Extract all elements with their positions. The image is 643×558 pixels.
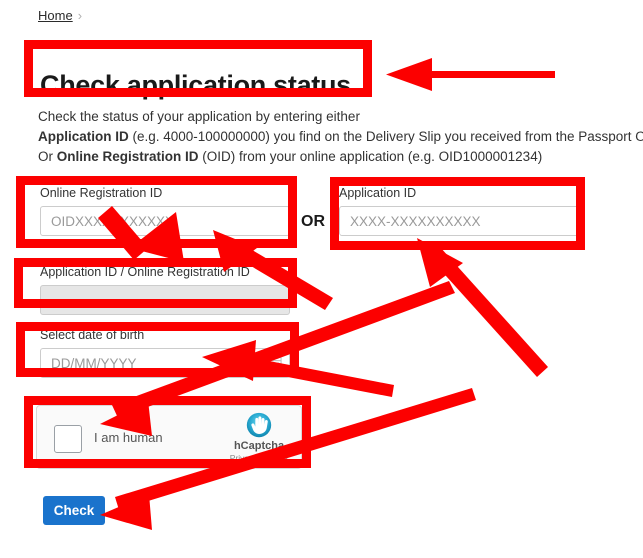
page-title: Check application status [40, 70, 351, 101]
captcha-brand: hCaptcha Privacy - Terms [226, 412, 292, 464]
combined-id-input[interactable] [40, 285, 290, 315]
combined-id-field: Application ID / Online Registration ID [40, 265, 290, 315]
combined-id-label: Application ID / Online Registration ID [40, 265, 250, 279]
online-registration-id-term: Online Registration ID [56, 149, 199, 164]
captcha-widget[interactable]: I am human hCaptcha Privacy - Terms [36, 405, 302, 469]
description-block: Check the status of your application by … [38, 107, 643, 167]
or-separator-label: OR [301, 213, 325, 230]
calendar-icon[interactable] [267, 355, 282, 370]
breadcrumb-home-link[interactable]: Home [38, 8, 73, 23]
description-line-3-pre: Or [38, 149, 57, 164]
date-of-birth-label: Select date of birth [40, 328, 145, 342]
captcha-checkbox-label: I am human [94, 430, 163, 445]
captcha-terms-text[interactable]: Privacy - Terms [226, 453, 292, 464]
check-button[interactable]: Check [43, 496, 105, 525]
online-registration-id-input[interactable] [40, 206, 290, 236]
description-line-3-rest: (OID) from your online application (e.g.… [198, 149, 543, 164]
online-registration-id-label: Online Registration ID [40, 186, 163, 200]
breadcrumb: Home › [38, 8, 82, 24]
description-line-2: Application ID (e.g. 4000-100000000) you… [38, 127, 643, 147]
description-line-1: Check the status of your application by … [38, 109, 360, 124]
captcha-checkbox[interactable] [54, 425, 82, 453]
description-line-2-rest: (e.g. 4000-100000000) you find on the De… [128, 129, 643, 144]
online-registration-id-field: Online Registration ID [40, 186, 290, 236]
date-of-birth-input[interactable] [40, 348, 290, 378]
application-id-input[interactable] [339, 206, 583, 236]
date-of-birth-field: Select date of birth [40, 328, 290, 378]
page-root: Home › Check application status Check the… [0, 0, 643, 558]
breadcrumb-chevron-icon: › [77, 8, 83, 23]
application-id-field: Application ID [339, 186, 583, 236]
hcaptcha-hand-icon [246, 412, 272, 438]
application-id-label: Application ID [339, 186, 417, 200]
captcha-brand-name: hCaptcha [233, 440, 285, 452]
application-id-term: Application ID [38, 129, 129, 144]
description-line-3: Or Online Registration ID (OID) from you… [38, 147, 643, 167]
